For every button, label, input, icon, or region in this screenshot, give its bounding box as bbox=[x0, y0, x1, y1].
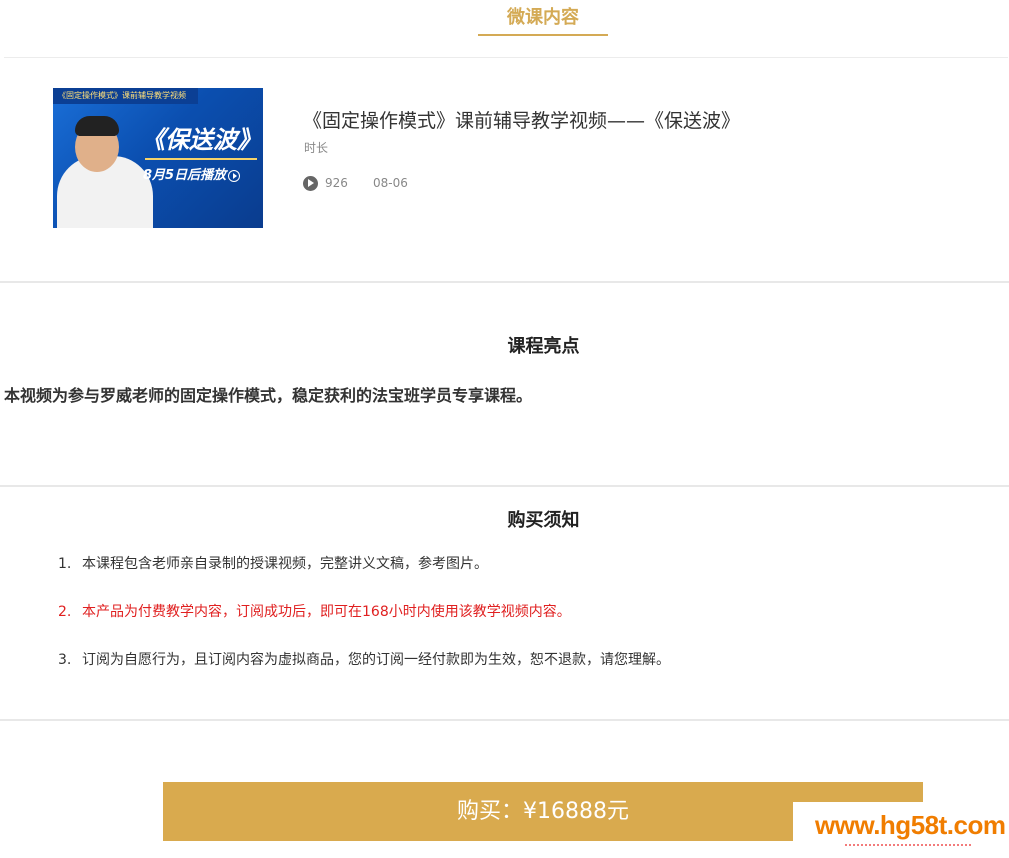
notice-item: 2. 本产品为付费教学内容，订阅成功后，即可在168小时内使用该教学视频内容。 bbox=[58, 601, 571, 621]
divider bbox=[0, 485, 1009, 487]
thumbnail-subtitle: 8月5日后播放 bbox=[143, 168, 227, 183]
course-title[interactable]: 《固定操作模式》课前辅导教学视频——《保送波》 bbox=[303, 106, 740, 133]
play-count-icon bbox=[303, 176, 318, 191]
publish-date: 08-06 bbox=[373, 176, 408, 190]
notice-text: 本课程包含老师亲自录制的授课视频，完整讲义文稿，参考图片。 bbox=[82, 556, 488, 572]
thumbnail-gold-line bbox=[145, 158, 257, 160]
highlights-text: 本视频为参与罗威老师的固定操作模式，稳定获利的法宝班学员专享课程。 bbox=[4, 386, 533, 405]
notice-text: 订阅为自愿行为，且订阅内容为虚拟商品，您的订阅一经付款即为生效，恕不退款，请您理… bbox=[82, 652, 670, 668]
notice-num: 3. bbox=[58, 652, 72, 668]
highlights-title: 课程亮点 bbox=[507, 336, 580, 357]
view-count: 926 bbox=[325, 176, 348, 190]
tab-title[interactable]: 微课内容 bbox=[478, 0, 608, 36]
thumbnail-banner: 《固定操作模式》课前辅导教学视频 bbox=[53, 88, 198, 104]
notice-text: 本产品为付费教学内容，订阅成功后，即可在168小时内使用该教学视频内容。 bbox=[82, 604, 571, 620]
notice-item: 1. 本课程包含老师亲自录制的授课视频，完整讲义文稿，参考图片。 bbox=[58, 553, 488, 573]
notice-item: 3. 订阅为自愿行为，且订阅内容为虚拟商品，您的订阅一经付款即为生效，恕不退款，请… bbox=[58, 649, 670, 669]
play-circle-icon bbox=[228, 169, 241, 182]
divider bbox=[4, 57, 1008, 58]
notice-title: 购买须知 bbox=[507, 510, 580, 531]
watermark-underline bbox=[845, 844, 971, 852]
notice-num: 1. bbox=[58, 556, 72, 572]
notice-num: 2. bbox=[58, 604, 72, 620]
divider bbox=[0, 281, 1009, 283]
watermark: www.hg58t.com bbox=[793, 802, 1006, 858]
duration-label: 时长 bbox=[304, 141, 329, 155]
thumbnail-big-title: 《保送波》 bbox=[141, 125, 261, 154]
thumbnail-subtitle-row: 8月5日后播放 bbox=[143, 164, 259, 183]
tab-underline bbox=[478, 34, 608, 36]
watermark-text: www.hg58t.com bbox=[815, 810, 1006, 840]
presenter-hair bbox=[75, 116, 119, 136]
divider bbox=[0, 719, 1009, 721]
course-thumbnail[interactable]: 《固定操作模式》课前辅导教学视频 《保送波》 8月5日后播放 bbox=[53, 88, 263, 228]
